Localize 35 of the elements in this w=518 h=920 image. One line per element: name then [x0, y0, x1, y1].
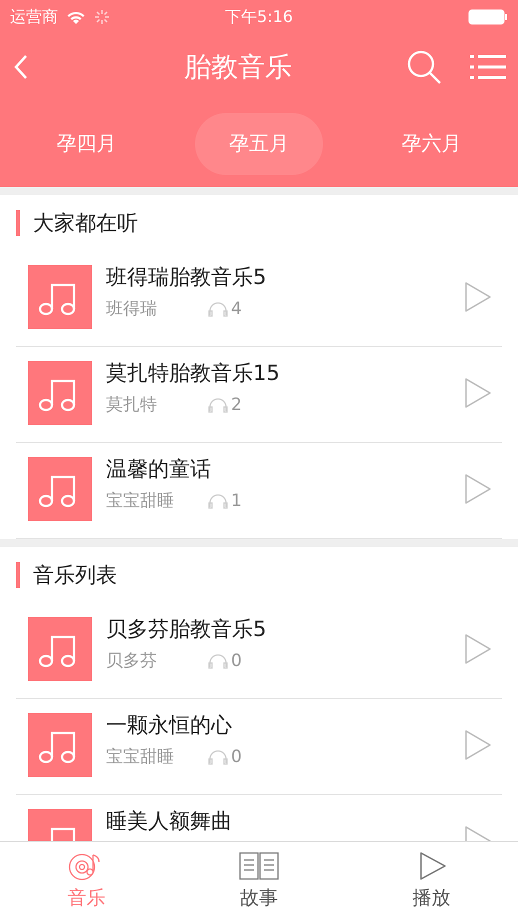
listener-count: 1 — [231, 490, 242, 510]
listener-count: 4 — [231, 298, 242, 318]
artist-name: 班得瑞 — [106, 298, 158, 320]
page-title: 胎教音乐 — [183, 51, 293, 85]
artist-name: 贝多芬 — [106, 650, 158, 672]
headphones-icon — [208, 748, 228, 764]
song-title[interactable]: 睡美人额舞曲 — [106, 809, 464, 833]
headphones-icon — [208, 492, 228, 508]
bottom-tab[interactable]: 播放 — [345, 842, 518, 920]
back-icon[interactable] — [12, 53, 30, 81]
menu-icon[interactable] — [470, 54, 506, 80]
song-title[interactable]: 贝多芬胎教音乐5 — [106, 617, 464, 641]
song-title[interactable]: 温馨的童话 — [106, 457, 464, 481]
listener-count: 0 — [231, 650, 242, 670]
carrier-label: 运营商 — [10, 6, 58, 28]
battery-icon — [468, 9, 508, 25]
headphones-icon — [208, 396, 228, 412]
section-title: 大家都在听 — [16, 210, 138, 236]
wifi-icon — [66, 10, 86, 24]
artist-name: 宝宝甜睡 — [106, 490, 175, 512]
listener-count: 0 — [231, 746, 242, 766]
section-title: 音乐列表 — [16, 562, 117, 588]
artist-name: 莫扎特 — [106, 394, 158, 416]
headphones-icon — [208, 652, 228, 668]
headphones-icon — [208, 300, 228, 316]
song-title[interactable]: 一颗永恒的心 — [106, 713, 464, 737]
bottom-tab[interactable]: 故事 — [172, 842, 346, 920]
listener-count: 2 — [231, 394, 242, 414]
book-icon — [238, 851, 279, 881]
song-title[interactable]: 班得瑞胎教音乐5 — [106, 265, 464, 289]
artist-name: 宝宝甜睡 — [106, 746, 175, 768]
song-title[interactable]: 莫扎特胎教音乐15 — [106, 361, 464, 385]
search-icon[interactable] — [406, 49, 442, 85]
status-time: 下午5:16 — [225, 6, 293, 28]
loading-icon — [94, 9, 110, 25]
